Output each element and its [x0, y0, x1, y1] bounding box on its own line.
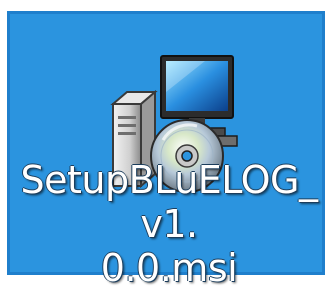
file-name-label: SetupBLuELOG_v1. 0.0.msi	[16, 158, 322, 286]
desktop-file-item[interactable]: SetupBLuELOG_v1. 0.0.msi	[7, 11, 325, 286]
desktop-background: SetupBLuELOG_v1. 0.0.msi	[0, 0, 331, 286]
file-name-line-2: 0.0.msi	[100, 246, 238, 286]
file-name-line-1: SetupBLuELOG_v1.	[20, 158, 318, 246]
